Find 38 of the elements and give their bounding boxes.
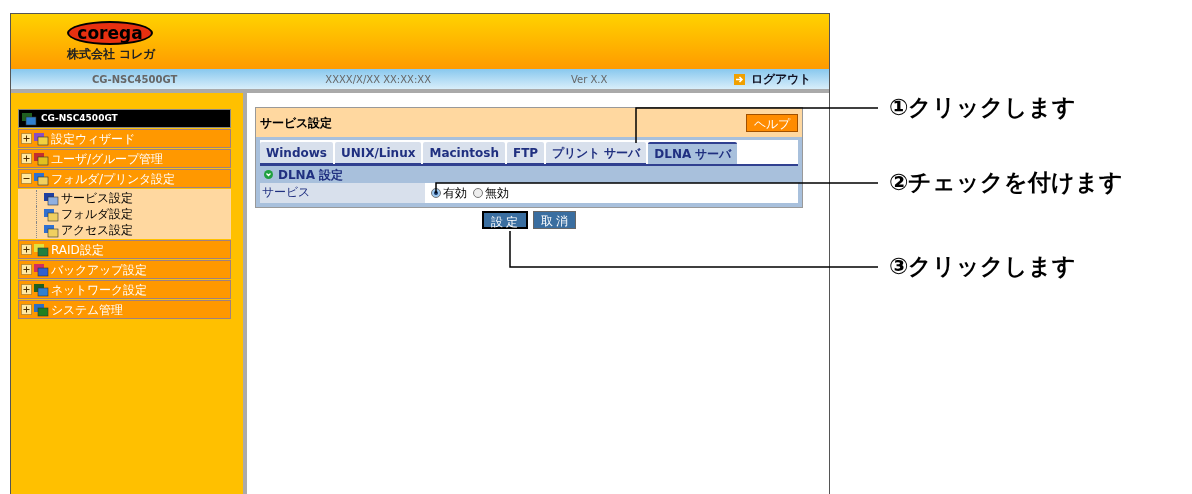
- cancel-button[interactable]: 取 消: [532, 211, 577, 229]
- expand-icon[interactable]: [21, 264, 32, 275]
- radio-label: 有効: [443, 185, 467, 202]
- expand-icon[interactable]: [21, 304, 32, 315]
- callout-text: ③クリックします: [889, 252, 1078, 281]
- expand-icon[interactable]: [21, 244, 32, 255]
- submenu-item[interactable]: フォルダ設定: [36, 206, 231, 222]
- collapse-icon[interactable]: [21, 173, 32, 184]
- version: Ver X.X: [571, 72, 608, 87]
- expand-icon[interactable]: [21, 153, 32, 164]
- expand-icon[interactable]: [21, 284, 32, 295]
- section-title: DLNA 設定: [278, 166, 344, 184]
- radio-button[interactable]: [473, 188, 483, 198]
- expand-icon[interactable]: [21, 133, 32, 144]
- tab[interactable]: Macintosh: [423, 142, 505, 164]
- logout-link[interactable]: ログアウト: [734, 70, 811, 88]
- callout-text: ①クリックします: [889, 93, 1078, 122]
- submenu-item[interactable]: サービス設定: [36, 190, 231, 206]
- date-time: XXXX/X/XX XX:XX:XX: [325, 72, 431, 87]
- tab[interactable]: Windows: [260, 142, 333, 164]
- radio-button[interactable]: [431, 188, 441, 198]
- apply-button[interactable]: 設 定: [481, 211, 528, 229]
- panel-title: サービス設定: [260, 114, 332, 132]
- tab[interactable]: FTP: [506, 142, 545, 164]
- company-name: 株式会社 コレガ: [67, 47, 157, 61]
- arrow-icon: [734, 73, 745, 85]
- tab[interactable]: プリント サーバ: [546, 142, 647, 164]
- logo: corega: [67, 21, 153, 45]
- tab[interactable]: DLNA サーバ: [648, 142, 738, 164]
- submenu-item[interactable]: アクセス設定: [36, 222, 231, 238]
- field-label: サービス: [260, 183, 425, 203]
- device-root[interactable]: CG-NSC4500GT: [18, 109, 231, 128]
- radio-label: 無効: [485, 185, 509, 202]
- device-name: CG-NSC4500GT: [41, 111, 118, 125]
- callout-text: ②チェックを付けます: [889, 168, 1124, 197]
- chevron-down-icon: [264, 170, 273, 179]
- tab[interactable]: UNIX/Linux: [334, 142, 422, 164]
- model-name: CG-NSC4500GT: [92, 72, 178, 87]
